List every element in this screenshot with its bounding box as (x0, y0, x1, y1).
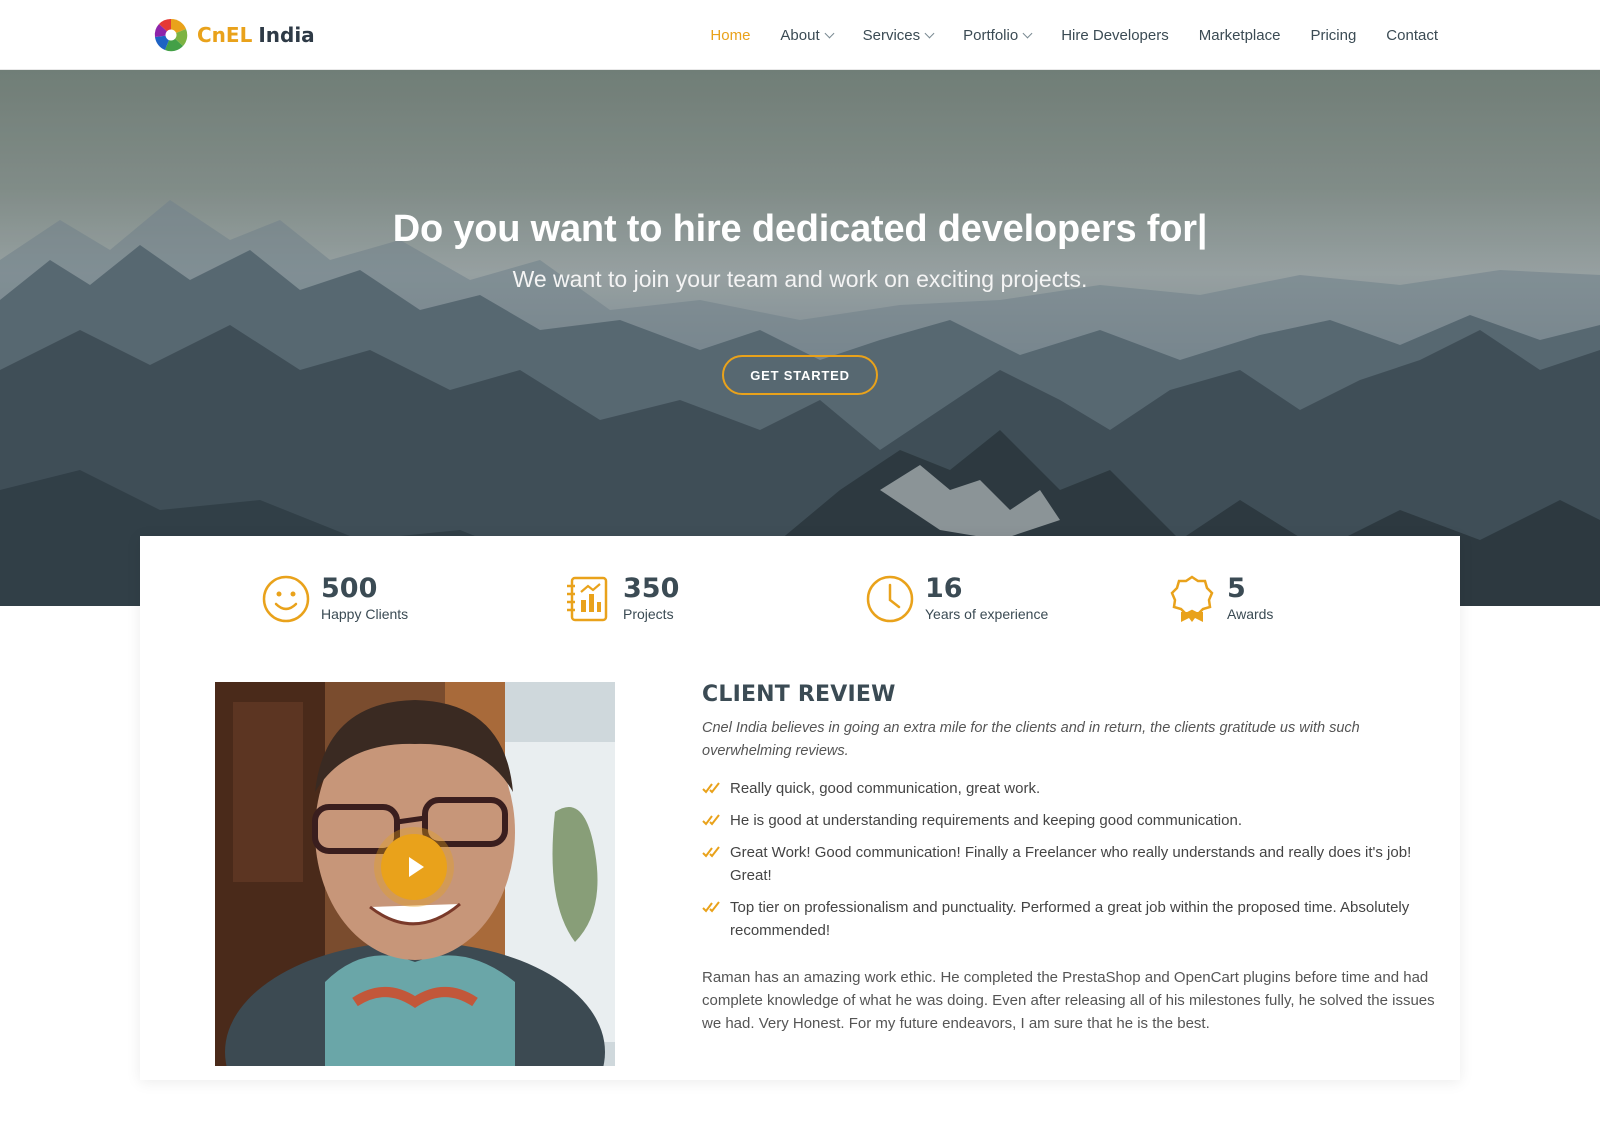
get-started-button[interactable]: GET STARTED (722, 355, 878, 395)
chevron-down-icon (824, 28, 835, 38)
stats-review-card: 500 Happy Clients 350 Projects 16 Years … (140, 536, 1460, 1080)
client-video[interactable] (215, 682, 615, 1066)
nav-item-home[interactable]: Home (710, 27, 750, 44)
stat-happy-clients: 500 Happy Clients (261, 574, 408, 624)
nav-item-contact[interactable]: Contact (1386, 27, 1438, 44)
smiley-icon (262, 575, 310, 623)
nav-item-label: Pricing (1310, 26, 1357, 44)
hero-section: Do you want to hire dedicated developers… (0, 70, 1600, 606)
review-item-text: Great Work! Good communication! Finally … (730, 844, 1412, 884)
brand-name-part2: India (258, 23, 315, 47)
hero-subtitle: We want to join your team and work on ex… (512, 266, 1088, 292)
nav-item-label: About (780, 26, 820, 44)
review-item-text: Really quick, good communication, great … (730, 780, 1041, 797)
stat-text: 5 Awards (1227, 573, 1274, 623)
play-button[interactable] (381, 834, 447, 900)
chevron-down-icon (924, 28, 935, 38)
nav-item-services[interactable]: Services (862, 26, 935, 44)
brand-name: CnEL India (197, 23, 315, 47)
nav-item-label: Contact (1386, 26, 1438, 44)
stat-label: Happy Clients (321, 606, 409, 622)
double-check-icon (702, 846, 720, 858)
nav-item-label: Marketplace (1198, 26, 1281, 44)
award-badge-icon (1170, 575, 1214, 622)
list-item: Great Work! Good communication! Finally … (702, 841, 1447, 887)
stat-text: 500 Happy Clients (321, 573, 409, 623)
review-list: Really quick, good communication, great … (702, 777, 1447, 942)
brand-logo[interactable]: CnEL India (153, 17, 315, 53)
stat-value: 500 (321, 573, 378, 604)
stat-text: 16 Years of experience (925, 573, 1049, 623)
testimonial-text: Raman has an amazing work ethic. He comp… (702, 969, 1435, 1032)
hero-title: Do you want to hire dedicated developers… (392, 208, 1208, 250)
nav-item-label: Home (710, 26, 751, 44)
nav-item-portfolio[interactable]: Portfolio (963, 26, 1033, 44)
nav-item-about[interactable]: About (780, 26, 835, 44)
chevron-down-icon (1022, 28, 1033, 38)
stat-years-experience: 16 Years of experience (865, 574, 1048, 624)
list-item: Top tier on professionalism and punctual… (702, 896, 1447, 942)
swirl-logo-icon (154, 18, 188, 52)
client-review-section: CLIENT REVIEW Cnel India believes in goi… (702, 682, 1447, 1035)
double-check-icon (702, 901, 720, 913)
nav-item-label: Services (862, 26, 921, 44)
review-item-text: He is good at understanding requirements… (730, 812, 1242, 829)
site-header: CnEL India Home About Services Portfolio … (0, 0, 1600, 70)
stat-text: 350 Projects (623, 573, 680, 623)
notebook-chart-icon (567, 576, 608, 622)
clock-icon (866, 575, 914, 623)
nav-item-label: Hire Developers (1061, 26, 1169, 44)
stat-projects: 350 Projects (563, 574, 679, 624)
review-title: CLIENT REVIEW (702, 682, 896, 707)
hero-overlay (0, 70, 1600, 606)
stat-label: Projects (623, 606, 674, 622)
main-nav: Home About Services Portfolio Hire Devel… (710, 0, 1438, 70)
nav-item-label: Portfolio (963, 26, 1019, 44)
brand-name-part1: CnEL (197, 23, 253, 47)
stat-value: 16 (925, 573, 963, 604)
nav-item-pricing[interactable]: Pricing (1310, 27, 1356, 44)
stat-value: 5 (1227, 573, 1246, 604)
nav-item-marketplace[interactable]: Marketplace (1199, 27, 1281, 44)
list-item: He is good at understanding requirements… (702, 809, 1447, 832)
stat-label: Awards (1227, 606, 1274, 622)
stats-row: 500 Happy Clients 350 Projects 16 Years … (140, 574, 1460, 634)
review-item-text: Top tier on professionalism and punctual… (730, 899, 1410, 939)
play-icon (409, 857, 424, 877)
nav-item-hire-developers[interactable]: Hire Developers (1061, 27, 1169, 44)
double-check-icon (702, 814, 720, 826)
stat-value: 350 (623, 573, 680, 604)
list-item: Really quick, good communication, great … (702, 777, 1447, 800)
stat-awards: 5 Awards (1167, 574, 1273, 624)
double-check-icon (702, 782, 720, 794)
review-intro: Cnel India believes in going an extra mi… (702, 720, 1360, 759)
stat-label: Years of experience (925, 606, 1049, 622)
